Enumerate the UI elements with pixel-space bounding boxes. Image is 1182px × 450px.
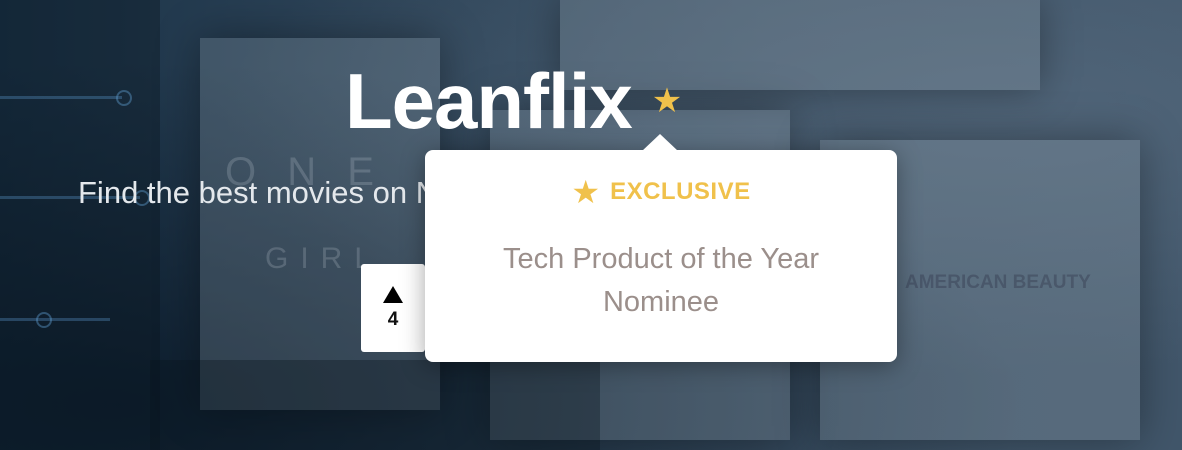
up-arrow-icon [383, 285, 403, 303]
star-icon[interactable]: ★ [652, 84, 682, 118]
badge-label: EXCLUSIVE [610, 178, 751, 205]
bg-slider-track [0, 318, 110, 321]
exclusive-badge-tooltip: ★ EXCLUSIVE Tech Product of the Year Nom… [425, 134, 897, 362]
bg-left-sidebar [0, 0, 160, 450]
bg-slider-track [0, 96, 122, 99]
page-title: Leanflix [345, 57, 633, 145]
tooltip-caret [642, 134, 678, 151]
star-icon: ★ [571, 174, 601, 210]
bg-slider-handle [36, 312, 52, 328]
badge-header: ★ EXCLUSIVE [425, 176, 897, 208]
upvote-count: 4 [387, 308, 399, 330]
bg-poster-word: AMERICAN BEAUTY [905, 272, 1091, 293]
badge-description: Tech Product of the Year Nominee [503, 243, 819, 318]
bg-slider-handle [116, 90, 132, 106]
upvote-button[interactable]: 4 [361, 264, 425, 352]
bg-bottom-shadow [150, 360, 600, 450]
hero-title-row: Leanflix ★ [345, 62, 682, 140]
